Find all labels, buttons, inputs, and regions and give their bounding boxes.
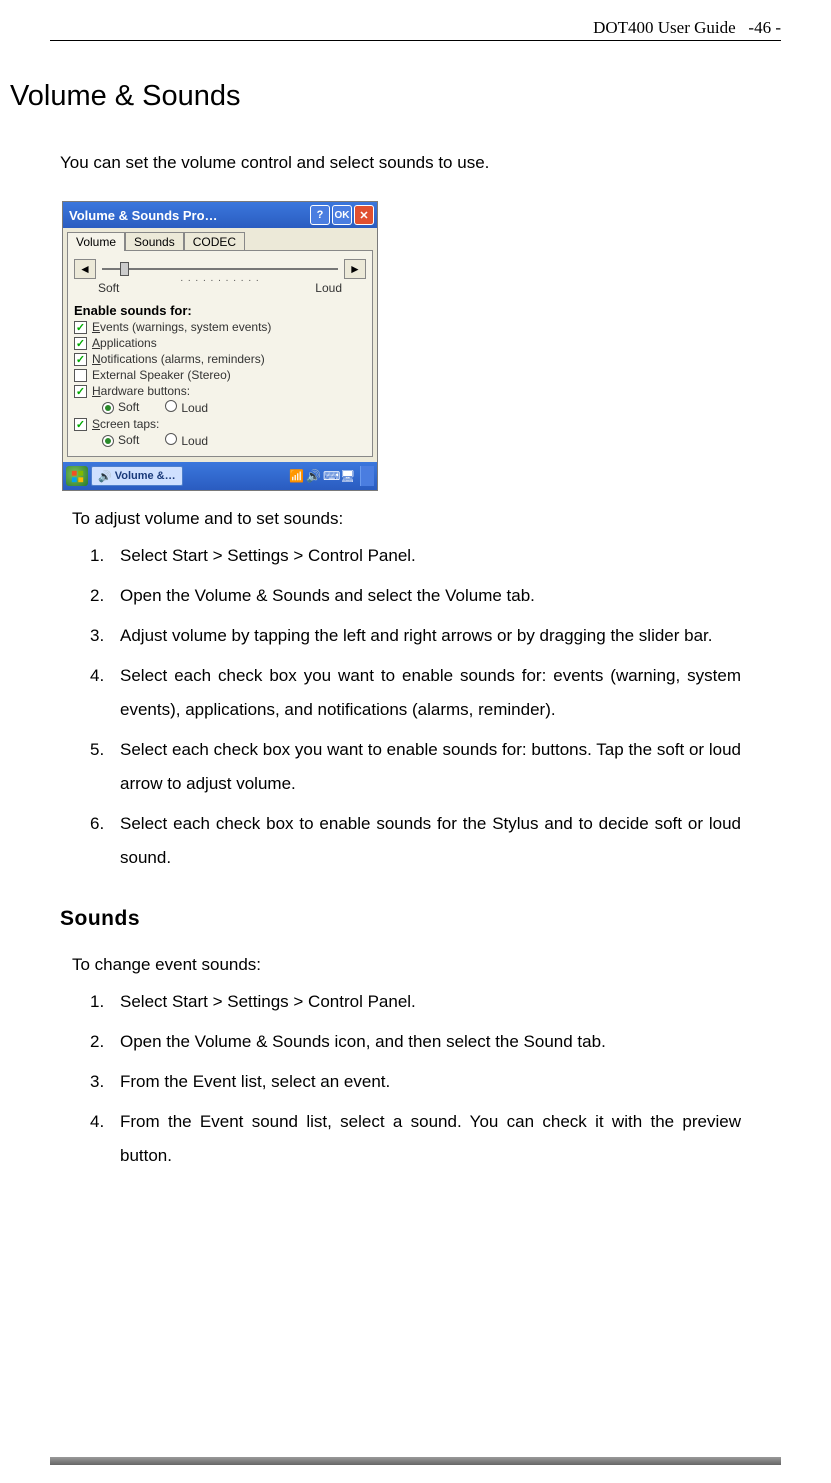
label-tap-soft: Soft <box>118 433 139 447</box>
tray-icon-1[interactable]: 📶 <box>289 469 303 483</box>
enable-sounds-label: Enable sounds for: <box>74 303 366 318</box>
tab-codec[interactable]: CODEC <box>184 232 245 251</box>
page-header: DOT400 User Guide -46 - <box>593 18 781 38</box>
tab-panel-volume: ◄ ► Soft Loud Enable sounds for: ✓ EEvent… <box>67 250 373 457</box>
label-applications: Applications <box>92 336 157 350</box>
step-2-3: From the Event list, select an event. <box>90 1065 741 1099</box>
step-2-4: From the Event sound list, select a soun… <box>90 1105 741 1173</box>
help-button[interactable]: ? <box>310 205 330 225</box>
header-rule <box>50 40 781 41</box>
step-1-3: Adjust volume by tapping the left and ri… <box>90 619 741 653</box>
volume-left-arrow[interactable]: ◄ <box>74 259 96 279</box>
close-button[interactable]: ✕ <box>354 205 374 225</box>
taskbar-item-volume[interactable]: 🔊 Volume &… <box>91 466 183 486</box>
slider-thumb[interactable] <box>120 262 129 276</box>
radio-hw-loud[interactable] <box>165 400 177 412</box>
checkbox-events[interactable]: ✓ <box>74 321 87 334</box>
instructions-lead-1: To adjust volume and to set sounds: <box>72 509 741 529</box>
tab-volume[interactable]: Volume <box>67 232 125 251</box>
speaker-icon: 🔊 <box>98 470 112 483</box>
system-tray: 📶 🔊 ⌨ 🖥 <box>289 469 354 483</box>
tray-icon-2[interactable]: 🔊 <box>306 469 320 483</box>
window-title: Volume & Sounds Pro… <box>66 208 308 223</box>
radio-hw-soft[interactable] <box>102 402 114 414</box>
step-2-2: Open the Volume & Sounds icon, and then … <box>90 1025 741 1059</box>
taskbar: 🔊 Volume &… 📶 🔊 ⌨ 🖥 <box>63 462 377 490</box>
volume-right-arrow[interactable]: ► <box>344 259 366 279</box>
volume-slider[interactable] <box>102 259 338 279</box>
ok-button[interactable]: OK <box>332 205 352 225</box>
label-hw-soft: Soft <box>118 400 139 414</box>
label-notifications: Notifications (alarms, reminders) <box>92 352 265 366</box>
doc-title: DOT400 User Guide <box>593 18 736 37</box>
tray-icon-4[interactable]: 🖥 <box>340 469 354 483</box>
intro-text: You can set the volume control and selec… <box>60 153 781 173</box>
label-external-speaker: External Speaker (Stereo) <box>92 368 231 382</box>
start-button[interactable] <box>66 466 88 486</box>
step-2-1: Select Start > Settings > Control Panel. <box>90 985 741 1019</box>
taskbar-item-label: Volume &… <box>115 470 176 482</box>
checkbox-hardware-buttons[interactable]: ✓ <box>74 385 87 398</box>
checkbox-notifications[interactable]: ✓ <box>74 353 87 366</box>
page-title: Volume & Sounds <box>10 80 781 113</box>
checkbox-external-speaker[interactable] <box>74 369 87 382</box>
label-hardware-buttons: Hardware buttons: <box>92 384 190 398</box>
footer-bar <box>50 1457 781 1465</box>
tab-row: Volume Sounds CODEC <box>63 228 377 251</box>
step-1-2: Open the Volume & Sounds and select the … <box>90 579 741 613</box>
instructions-volume: To adjust volume and to set sounds: Sele… <box>72 509 741 875</box>
tray-icon-3[interactable]: ⌨ <box>323 469 337 483</box>
subheading-sounds: Sounds <box>60 907 781 931</box>
window-titlebar: Volume & Sounds Pro… ? OK ✕ <box>63 202 377 228</box>
taskbar-grip[interactable] <box>360 466 374 486</box>
label-events: EEvents (warnings, system events)vents (… <box>92 320 271 334</box>
step-1-4: Select each check box you want to enable… <box>90 659 741 727</box>
label-tap-loud: Loud <box>181 434 208 448</box>
instructions-lead-2: To change event sounds: <box>72 955 741 975</box>
step-1-6: Select each check box to enable sounds f… <box>90 807 741 875</box>
step-1-1: Select Start > Settings > Control Panel. <box>90 539 741 573</box>
instructions-sounds: To change event sounds: Select Start > S… <box>72 955 741 1173</box>
page-number: -46 - <box>748 18 781 37</box>
label-hw-loud: Loud <box>181 401 208 415</box>
radio-tap-loud[interactable] <box>165 433 177 445</box>
step-1-5: Select each check box you want to enable… <box>90 733 741 801</box>
checkbox-applications[interactable]: ✓ <box>74 337 87 350</box>
checkbox-screen-taps[interactable]: ✓ <box>74 418 87 431</box>
label-screen-taps: Screen taps: <box>92 417 159 431</box>
windows-icon <box>71 470 84 483</box>
tab-sounds[interactable]: Sounds <box>125 232 184 251</box>
radio-tap-soft[interactable] <box>102 435 114 447</box>
screenshot-window: Volume & Sounds Pro… ? OK ✕ Volume Sound… <box>62 201 378 491</box>
